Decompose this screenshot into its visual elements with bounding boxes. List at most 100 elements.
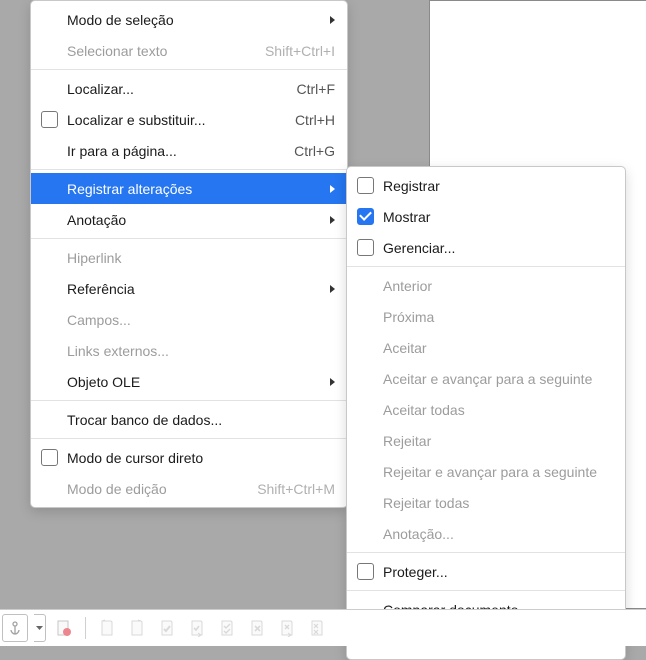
menu-label: Selecionar texto xyxy=(67,43,167,59)
page-reject-all-icon xyxy=(308,619,326,637)
menu-shortcut: Shift+Ctrl+M xyxy=(237,481,335,497)
menu-label: Hiperlink xyxy=(67,250,121,266)
chevron-right-icon xyxy=(330,16,335,24)
menu-hiperlink: Hiperlink xyxy=(31,242,347,273)
menu-label: Modo de cursor direto xyxy=(67,450,203,466)
page-prev-icon xyxy=(98,619,116,637)
menu-label: Anterior xyxy=(383,278,432,294)
menu-separator xyxy=(347,590,625,591)
menu-campos: Campos... xyxy=(31,304,347,335)
checkbox-checked-icon xyxy=(357,208,374,225)
edit-menu: Modo de seleção Selecionar texto Shift+C… xyxy=(30,0,348,508)
checkbox-icon xyxy=(357,239,374,256)
toolbar-reject-all[interactable] xyxy=(305,616,329,640)
menu-separator xyxy=(31,438,347,439)
menu-modo-edicao: Modo de edição Shift+Ctrl+M xyxy=(31,473,347,504)
chevron-right-icon xyxy=(330,285,335,293)
page-accept-next-icon xyxy=(188,619,206,637)
menu-separator xyxy=(31,400,347,401)
checkbox-icon xyxy=(41,111,58,128)
menu-label: Modo de edição xyxy=(67,481,167,497)
bottom-toolbar xyxy=(0,609,646,646)
checkbox-icon xyxy=(357,177,374,194)
menu-label: Campos... xyxy=(67,312,131,328)
toolbar-accept-next[interactable] xyxy=(185,616,209,640)
menu-links-externos: Links externos... xyxy=(31,335,347,366)
menu-label: Trocar banco de dados... xyxy=(67,412,222,428)
toolbar-reject-next[interactable] xyxy=(275,616,299,640)
menu-label: Rejeitar e avançar para a seguinte xyxy=(383,464,597,480)
menu-label: Registrar alterações xyxy=(67,181,192,197)
menu-label: Proteger... xyxy=(383,564,448,580)
sub-proteger[interactable]: Proteger... xyxy=(347,556,625,587)
menu-label: Aceitar xyxy=(383,340,427,356)
menu-localizar[interactable]: Localizar... Ctrl+F xyxy=(31,73,347,104)
menu-label: Próxima xyxy=(383,309,434,325)
menu-separator xyxy=(31,238,347,239)
menu-label: Gerenciar... xyxy=(383,240,455,256)
sub-rejeitar-avancar: Rejeitar e avançar para a seguinte xyxy=(347,456,625,487)
menu-label: Ir para a página... xyxy=(67,143,177,159)
chevron-down-icon xyxy=(36,626,43,630)
sub-anotacao: Anotação... xyxy=(347,518,625,549)
sub-rejeitar: Rejeitar xyxy=(347,425,625,456)
toolbar-anchor-button[interactable] xyxy=(2,614,28,642)
menu-label: Mostrar xyxy=(383,209,430,225)
checkbox-icon xyxy=(41,449,58,466)
menu-separator xyxy=(347,552,625,553)
menu-registrar-alteracoes[interactable]: Registrar alterações xyxy=(31,173,347,204)
sub-aceitar-todas: Aceitar todas xyxy=(347,394,625,425)
track-changes-submenu: Registrar Mostrar Gerenciar... Anterior … xyxy=(346,166,626,660)
chevron-right-icon xyxy=(330,185,335,193)
page-reject-icon xyxy=(248,619,266,637)
toolbar-accept-change[interactable] xyxy=(155,616,179,640)
menu-label: Rejeitar xyxy=(383,433,431,449)
menu-referencia[interactable]: Referência xyxy=(31,273,347,304)
menu-ir-pagina[interactable]: Ir para a página... Ctrl+G xyxy=(31,135,347,166)
menu-label: Links externos... xyxy=(67,343,169,359)
menu-selecionar-texto: Selecionar texto Shift+Ctrl+I xyxy=(31,35,347,66)
chevron-right-icon xyxy=(330,216,335,224)
menu-label: Referência xyxy=(67,281,135,297)
sub-rejeitar-todas: Rejeitar todas xyxy=(347,487,625,518)
menu-anotacao[interactable]: Anotação xyxy=(31,204,347,235)
menu-label: Aceitar e avançar para a seguinte xyxy=(383,371,592,387)
menu-label: Modo de seleção xyxy=(67,12,174,28)
menu-separator xyxy=(31,169,347,170)
anchor-icon xyxy=(7,620,23,636)
page-accept-icon xyxy=(158,619,176,637)
menu-label: Rejeitar todas xyxy=(383,495,469,511)
toolbar-dropdown[interactable] xyxy=(34,614,46,642)
page-accept-all-icon xyxy=(218,619,236,637)
menu-shortcut: Ctrl+F xyxy=(277,81,336,97)
menu-cursor-direto[interactable]: Modo de cursor direto xyxy=(31,442,347,473)
toolbar-record-button[interactable] xyxy=(52,616,76,640)
toolbar-accept-all[interactable] xyxy=(215,616,239,640)
chevron-right-icon xyxy=(330,378,335,386)
menu-modo-selecao[interactable]: Modo de seleção xyxy=(31,4,347,35)
menu-label: Aceitar todas xyxy=(383,402,465,418)
page-next-icon xyxy=(128,619,146,637)
page-reject-next-icon xyxy=(278,619,296,637)
menu-label: Localizar... xyxy=(67,81,134,97)
checkbox-icon xyxy=(357,563,374,580)
menu-localizar-substituir[interactable]: Localizar e substituir... Ctrl+H xyxy=(31,104,347,135)
sub-mostrar[interactable]: Mostrar xyxy=(347,201,625,232)
sub-gerenciar[interactable]: Gerenciar... xyxy=(347,232,625,263)
menu-objeto-ole[interactable]: Objeto OLE xyxy=(31,366,347,397)
menu-shortcut: Ctrl+G xyxy=(274,143,335,159)
sub-proxima: Próxima xyxy=(347,301,625,332)
menu-label: Anotação... xyxy=(383,526,454,542)
sub-anterior: Anterior xyxy=(347,270,625,301)
toolbar-prev-change[interactable] xyxy=(95,616,119,640)
sub-aceitar: Aceitar xyxy=(347,332,625,363)
menu-label: Objeto OLE xyxy=(67,374,140,390)
toolbar-separator xyxy=(85,617,86,639)
menu-label: Localizar e substituir... xyxy=(67,112,206,128)
sub-registrar[interactable]: Registrar xyxy=(347,170,625,201)
menu-label: Registrar xyxy=(383,178,440,194)
toolbar-next-change[interactable] xyxy=(125,616,149,640)
toolbar-reject-change[interactable] xyxy=(245,616,269,640)
record-changes-icon xyxy=(55,619,73,637)
menu-trocar-bd[interactable]: Trocar banco de dados... xyxy=(31,404,347,435)
